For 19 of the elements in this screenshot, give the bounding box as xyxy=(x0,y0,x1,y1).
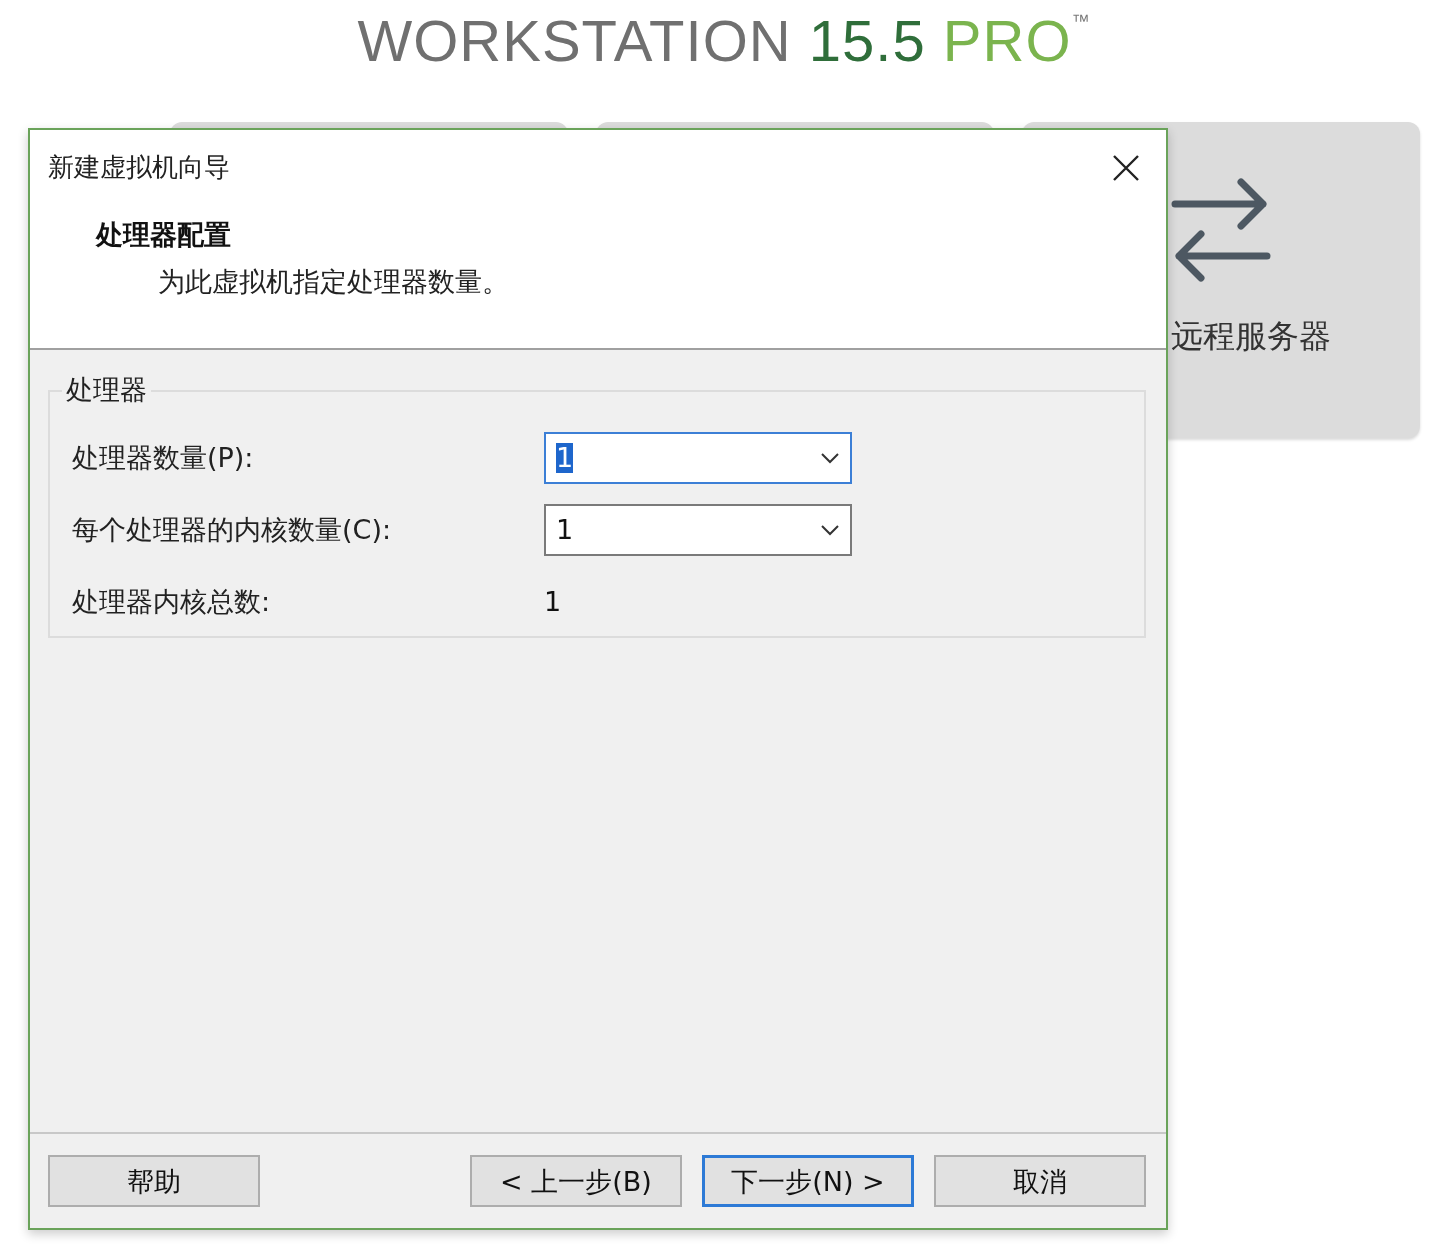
field-label: 处理器内核总数: xyxy=(72,584,272,619)
close-icon[interactable] xyxy=(1112,153,1140,182)
wizard-button[interactable]: 取消 xyxy=(934,1155,1146,1207)
value-text: 1 xyxy=(544,584,562,619)
wizard-button[interactable]: 下一步(N) > xyxy=(702,1155,914,1207)
wizard-button[interactable]: < 上一步(B) xyxy=(470,1155,682,1207)
page-description: 为此虚拟机指定处理器数量。 xyxy=(158,264,510,299)
window-title: 新建虚拟机向导 xyxy=(48,151,230,184)
field-label: 处理器数量(P): xyxy=(72,440,255,475)
field-label: 每个处理器的内核数量(C): xyxy=(72,512,393,547)
card-label: 远程服务器 xyxy=(1171,316,1331,357)
dropdown-field[interactable]: 1 xyxy=(544,432,852,484)
product-logo: WORKSTATION 15.5 PRO™ xyxy=(357,12,1091,75)
page-heading: 处理器配置 xyxy=(96,218,232,252)
swap-arrows-icon xyxy=(1171,178,1271,282)
dropdown-field[interactable]: 1 xyxy=(544,504,852,556)
chevron-down-icon xyxy=(820,452,840,464)
chevron-down-icon xyxy=(820,524,840,536)
wizard-button[interactable]: 帮助 xyxy=(48,1155,260,1207)
